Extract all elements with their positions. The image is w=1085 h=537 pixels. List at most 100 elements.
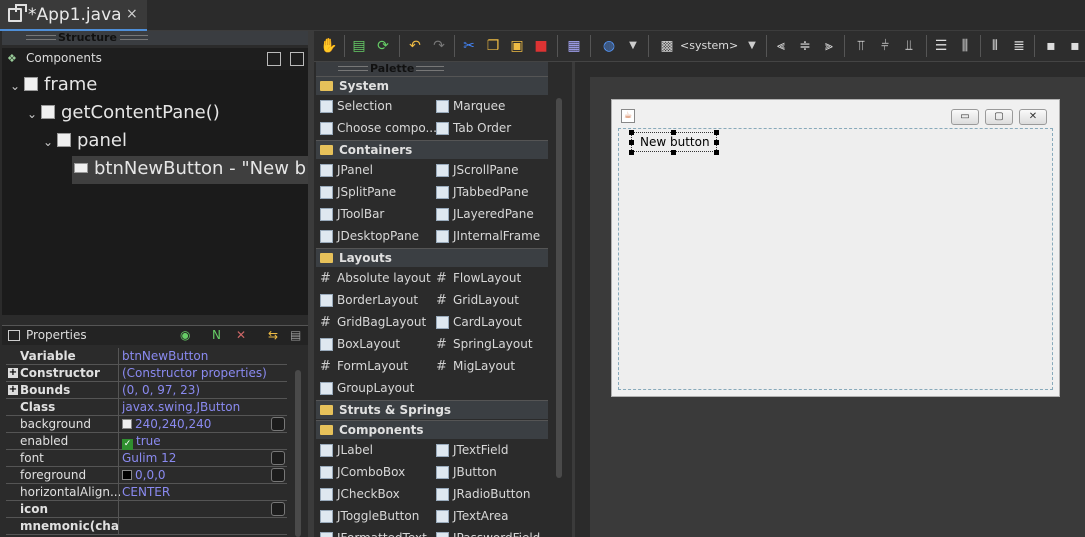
palette-item[interactable]: JSplitPane: [316, 183, 430, 203]
resize-handle[interactable]: [714, 130, 719, 135]
align-middle-icon[interactable]: ⫩: [876, 37, 894, 55]
paste-icon[interactable]: ▣: [508, 37, 526, 55]
components-tree[interactable]: ⌄ frame ⌄ getContentPane() ⌄ panel btnNewBu…: [2, 70, 308, 315]
expand-icon[interactable]: +: [8, 385, 18, 395]
palette-item[interactable]: BorderLayout: [316, 291, 430, 311]
palette[interactable]: System Selection Marquee Choose compo... Tab…: [316, 76, 548, 537]
tree-node-button[interactable]: btnNewButton - "New b: [74, 158, 306, 184]
maximize-button[interactable]: ▢: [985, 109, 1013, 125]
property-value[interactable]: 0,0,0: [122, 468, 166, 482]
property-editor-button[interactable]: [271, 417, 285, 431]
palette-item[interactable]: JLayeredPane: [432, 205, 546, 225]
resize-handle[interactable]: [714, 140, 719, 145]
center-horizontal-icon[interactable]: ▪: [1042, 37, 1060, 55]
property-value[interactable]: Gulim 12: [122, 451, 176, 465]
chevron-down-icon[interactable]: ▼: [743, 37, 761, 55]
close-window-button[interactable]: ✕: [1019, 109, 1047, 125]
palette-item[interactable]: # GridBagLayout: [316, 313, 430, 333]
redo-icon[interactable]: ↷: [430, 37, 448, 55]
vertical-splitter[interactable]: [308, 31, 314, 537]
delete-icon[interactable]: ■: [532, 37, 550, 55]
tree-node-panel[interactable]: ⌄ panel: [43, 130, 127, 156]
property-row[interactable]: Variable btnNewButton: [6, 348, 287, 365]
property-value[interactable]: (0, 0, 97, 23): [122, 383, 200, 397]
property-value[interactable]: 240,240,240: [122, 417, 211, 431]
show-events-icon[interactable]: ◉: [180, 328, 190, 342]
close-icon[interactable]: ×: [126, 6, 138, 22]
property-row[interactable]: + Constructor (Constructor properties): [6, 365, 287, 382]
property-row[interactable]: + Bounds (0, 0, 97, 23): [6, 382, 287, 399]
palette-item[interactable]: Selection: [316, 97, 430, 117]
chevron-down-icon[interactable]: ▼: [624, 37, 642, 55]
align-center-icon[interactable]: ≑: [796, 37, 814, 55]
resize-handle[interactable]: [629, 130, 634, 135]
expand-icon[interactable]: +: [8, 368, 18, 378]
resize-handle[interactable]: [629, 140, 634, 145]
look-and-feel-label[interactable]: <system>: [680, 39, 738, 52]
resize-handle[interactable]: [629, 150, 634, 155]
resize-handle[interactable]: [671, 130, 676, 135]
palette-category[interactable]: Struts & Springs: [316, 400, 548, 419]
structure-panel-header[interactable]: Structure: [2, 31, 308, 45]
property-row[interactable]: icon: [6, 501, 287, 518]
align-right-icon[interactable]: ⫸: [820, 37, 838, 55]
align-top-icon[interactable]: ⫪: [852, 37, 870, 55]
space-horizontal-icon[interactable]: ⫴: [986, 37, 1004, 55]
properties-toolbar-icon[interactable]: ▦: [565, 37, 583, 55]
palette-item[interactable]: # SpringLayout: [432, 335, 546, 355]
palette-header[interactable]: Palette: [316, 62, 548, 76]
checkbox-icon[interactable]: ✓: [122, 439, 133, 450]
property-value[interactable]: CENTER: [122, 485, 170, 499]
palette-item[interactable]: Tab Order: [432, 119, 546, 139]
palette-item[interactable]: JPasswordField: [432, 529, 546, 537]
convert-icon[interactable]: ⇆: [268, 328, 278, 342]
property-row[interactable]: font Gulim 12: [6, 450, 287, 467]
align-bottom-icon[interactable]: ⫫: [900, 37, 918, 55]
property-value[interactable]: javax.swing.JButton: [122, 400, 240, 414]
copy-icon[interactable]: ❐: [484, 37, 502, 55]
refresh-icon[interactable]: ⟳: [374, 37, 392, 55]
look-and-feel-icon[interactable]: ▩: [658, 37, 676, 55]
properties-table[interactable]: Variable btnNewButton + Constructor (Constru…: [6, 348, 287, 537]
palette-item[interactable]: JCheckBox: [316, 485, 430, 505]
property-editor-button[interactable]: [271, 502, 285, 516]
palette-item[interactable]: JTabbedPane: [432, 183, 546, 203]
palette-item[interactable]: JButton: [432, 463, 546, 483]
chevron-down-icon[interactable]: ⌄: [43, 135, 57, 149]
property-row[interactable]: Class javax.swing.JButton: [6, 399, 287, 416]
globe-icon[interactable]: ◍: [600, 37, 618, 55]
palette-category[interactable]: Layouts: [316, 248, 548, 267]
palette-item[interactable]: GroupLayout: [316, 379, 430, 399]
tree-node-frame[interactable]: ⌄ frame: [10, 74, 97, 100]
property-row[interactable]: enabled ✓ true: [6, 433, 287, 450]
property-editor-button[interactable]: [271, 468, 285, 482]
palette-item[interactable]: # FormLayout: [316, 357, 430, 377]
palette-item[interactable]: JComboBox: [316, 463, 430, 483]
palette-category[interactable]: Containers: [316, 140, 548, 159]
expand-all-icon[interactable]: [267, 52, 281, 66]
palette-scrollbar[interactable]: [556, 98, 562, 478]
palette-item[interactable]: # FlowLayout: [432, 269, 546, 289]
property-row[interactable]: foreground 0,0,0: [6, 467, 287, 484]
same-height-icon[interactable]: ⫼: [956, 37, 974, 55]
goto-definition-icon[interactable]: N: [212, 328, 221, 342]
palette-item[interactable]: JPanel: [316, 161, 430, 181]
resize-handle[interactable]: [714, 150, 719, 155]
align-left-icon[interactable]: ⫷: [772, 37, 790, 55]
property-row[interactable]: mnemonic(char): [6, 518, 287, 535]
chevron-down-icon[interactable]: ⌄: [27, 107, 41, 121]
palette-item[interactable]: JTextField: [432, 441, 546, 461]
palette-item[interactable]: JToolBar: [316, 205, 430, 225]
palette-item[interactable]: JRadioButton: [432, 485, 546, 505]
palette-item[interactable]: JDesktopPane: [316, 227, 430, 247]
tree-node-content-pane[interactable]: ⌄ getContentPane(): [27, 102, 220, 128]
test-gui-icon[interactable]: ✋: [320, 37, 338, 55]
undo-icon[interactable]: ↶: [406, 37, 424, 55]
palette-item[interactable]: # MigLayout: [432, 357, 546, 377]
palette-item[interactable]: JScrollPane: [432, 161, 546, 181]
new-button[interactable]: New button: [631, 132, 717, 152]
palette-item[interactable]: # Absolute layout: [316, 269, 431, 289]
vertical-splitter[interactable]: [572, 62, 575, 537]
palette-item[interactable]: JToggleButton: [316, 507, 430, 527]
center-vertical-icon[interactable]: ▪: [1066, 37, 1084, 55]
